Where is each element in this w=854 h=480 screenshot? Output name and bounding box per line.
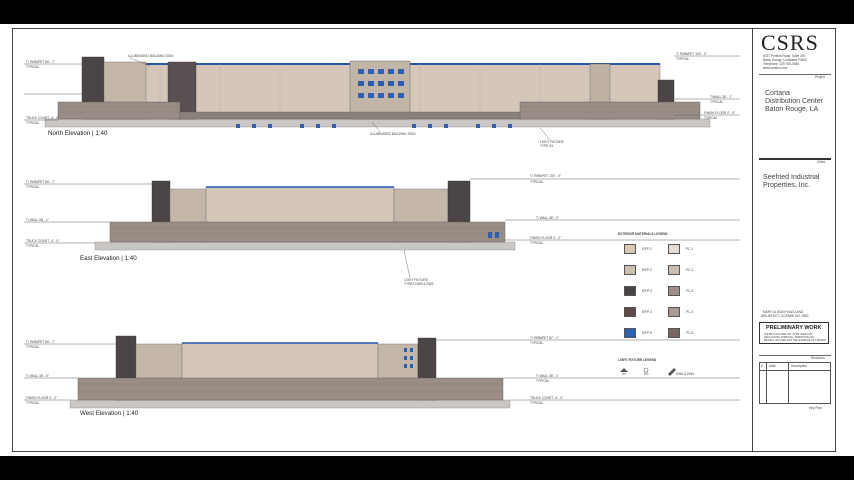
fixture-dw-label: DW5 & DW3 bbox=[676, 372, 695, 376]
material-code-eifp-4: EIFP-4 bbox=[642, 310, 652, 314]
client-name-2: Properties, Inc. bbox=[763, 182, 811, 189]
material-swatch-pc-5 bbox=[668, 328, 680, 338]
north-sign-bottom-note: ILLUMINATED BUILDING SIGN bbox=[370, 132, 416, 136]
material-swatch-pc-4 bbox=[668, 307, 680, 317]
east-left-parapet: T/ PARAPET 84' - 7" bbox=[26, 180, 56, 184]
client-label: Client bbox=[817, 160, 826, 164]
north-right-wall-sub: TYPICAL bbox=[710, 100, 724, 104]
north-right-wall: T/WALL 38' - 1" bbox=[710, 95, 733, 99]
east-left-wall: T/ WALL 38' - 1" bbox=[26, 218, 49, 222]
stamp-title: PRELIMINARY WORK bbox=[766, 325, 822, 331]
key-plan-label: Key Plan bbox=[809, 406, 822, 410]
east-left-truck-sub: TYPICAL bbox=[26, 244, 40, 248]
west-right-parapet: T/ PARAPET 87' - 1" bbox=[530, 336, 560, 340]
material-swatch-eifp-4 bbox=[624, 307, 636, 317]
material-code-pc-3: PC-3 bbox=[686, 289, 694, 293]
west-left-floor: FINISH FLOOR 0' - 0" bbox=[26, 396, 58, 400]
material-swatch-eifp-3 bbox=[624, 286, 636, 296]
material-code-pc-4: PC-4 bbox=[686, 310, 694, 314]
material-code-eifp-3: EIFP-3 bbox=[642, 289, 652, 293]
west-right-truck-sub: TYPICAL bbox=[530, 401, 544, 405]
east-left-parapet-sub: TYPICAL bbox=[26, 185, 40, 189]
north-left-parapet-sub: TYPICAL bbox=[26, 65, 40, 69]
east-right-floor-sub: TYPICAL bbox=[530, 241, 544, 245]
material-code-pc-2: PC-2 bbox=[686, 268, 694, 272]
material-swatch-eifp-2 bbox=[624, 265, 636, 275]
fixture-ds-label: DS bbox=[644, 372, 649, 376]
east-light-note: LIGHT FIXTURE TYPES DW5 & DW3 bbox=[404, 278, 434, 286]
material-code-pc-5: PC-5 bbox=[686, 331, 694, 335]
east-right-parapet: T/ PARAPET 100' - 0" bbox=[530, 174, 561, 178]
material-swatch-pc-1 bbox=[668, 244, 680, 254]
north-elevation-drawing bbox=[24, 55, 740, 141]
revisions-col-num: # bbox=[761, 364, 763, 368]
fixture-xx-label: XX bbox=[622, 372, 627, 376]
material-code-eifp-5: EIFP-5 bbox=[642, 331, 652, 335]
revisions-title: Revisions bbox=[811, 356, 825, 360]
firm-logo: CSRS bbox=[761, 30, 819, 55]
project-name-3: Baton Rouge, LA bbox=[765, 106, 819, 113]
drawing-sheet: ILLUMINATED BUILDING SIGN ILLUMINATED BU… bbox=[0, 24, 854, 456]
west-left-parapet-sub: TYPICAL bbox=[26, 345, 40, 349]
east-right-floor: FINISH FLOOR 0' - 0" bbox=[530, 236, 562, 240]
revisions-col-date: Date bbox=[769, 364, 776, 368]
east-right-parapet-sub: TYPICAL bbox=[530, 180, 544, 184]
fixture-legend-title: LIGHT FIXTURE LEGEND bbox=[618, 358, 657, 362]
north-elevation-title: North Elevation | 1:40 bbox=[48, 130, 108, 137]
materials-legend-title: EXTERIOR MATERIALS LEGEND bbox=[618, 232, 668, 236]
revisions-table: # Date Description bbox=[759, 362, 831, 404]
west-right-parapet-sub: TYPICAL bbox=[530, 341, 544, 345]
north-right-floor: FINISH FLOOR 0' - 0" bbox=[704, 111, 736, 115]
title-block: CSRS 6767 Perkins Road, Suite 200 Baton … bbox=[752, 28, 836, 452]
east-elevation-title: East Elevation | 1:40 bbox=[80, 255, 137, 262]
west-elevation-title: West Elevation | 1:40 bbox=[80, 410, 139, 417]
west-left-wall: T/ WALL 38' - 0" bbox=[26, 374, 49, 378]
north-left-truck-sub: TYPICAL bbox=[26, 121, 40, 125]
material-swatch-pc-2 bbox=[668, 265, 680, 275]
east-right-wall: T/ WALL 38' - 0" bbox=[536, 216, 559, 220]
north-light-note: LIGHT FIXTURE TYPE XX bbox=[540, 140, 564, 148]
north-left-truck: TRUCK COURT -4' - 0" bbox=[26, 116, 60, 120]
north-right-floor-sub: TYPICAL bbox=[704, 116, 718, 120]
north-sign-top-note: ILLUMINATED BUILDING SIGN bbox=[128, 54, 174, 58]
north-right-parapet: T/ PARAPET 100' - 0" bbox=[676, 52, 707, 56]
material-code-eifp-1: EIFP-1 bbox=[642, 247, 652, 251]
north-right-parapet-sub: TYPICAL bbox=[676, 57, 690, 61]
east-left-truck: TRUCK COURT -4' - 0" bbox=[26, 239, 60, 243]
architect-license: ARCHITECT, LICENSE NO. 9301 bbox=[761, 314, 809, 318]
material-swatch-pc-3 bbox=[668, 286, 680, 296]
project-name-1: Cortana bbox=[765, 90, 790, 97]
project-label: Project bbox=[815, 75, 825, 79]
west-right-wall-sub: TYPICAL bbox=[536, 379, 550, 383]
material-code-eifp-2: EIFP-2 bbox=[642, 268, 652, 272]
material-swatch-eifp-5 bbox=[624, 328, 636, 338]
north-left-parapet: T/ PARAPET 84' - 7" bbox=[26, 60, 56, 64]
west-right-truck: TRUCK COURT -4' - 0" bbox=[530, 396, 564, 400]
material-code-pc-1: PC-1 bbox=[686, 247, 694, 251]
west-left-parapet: T/ PARAPET 84' - 7" bbox=[26, 340, 56, 344]
project-name-2: Distribution Center bbox=[765, 98, 823, 105]
west-left-floor-sub: TYPICAL bbox=[26, 401, 40, 405]
preliminary-stamp: PRELIMINARY WORK THESE PLANS ARE NOT TO … bbox=[759, 322, 829, 344]
revisions-col-desc: Description bbox=[791, 364, 807, 368]
client-name-1: Seefried Industrial bbox=[763, 174, 820, 181]
west-right-wall: T/ WALL 38' - 1" bbox=[536, 374, 559, 378]
firm-website: www.csrsinc.com bbox=[763, 66, 788, 70]
stamp-note-3: BIDDING, OR USED FOR THE ISSUANCE OF A P… bbox=[764, 339, 826, 342]
material-swatch-eifp-1 bbox=[624, 244, 636, 254]
